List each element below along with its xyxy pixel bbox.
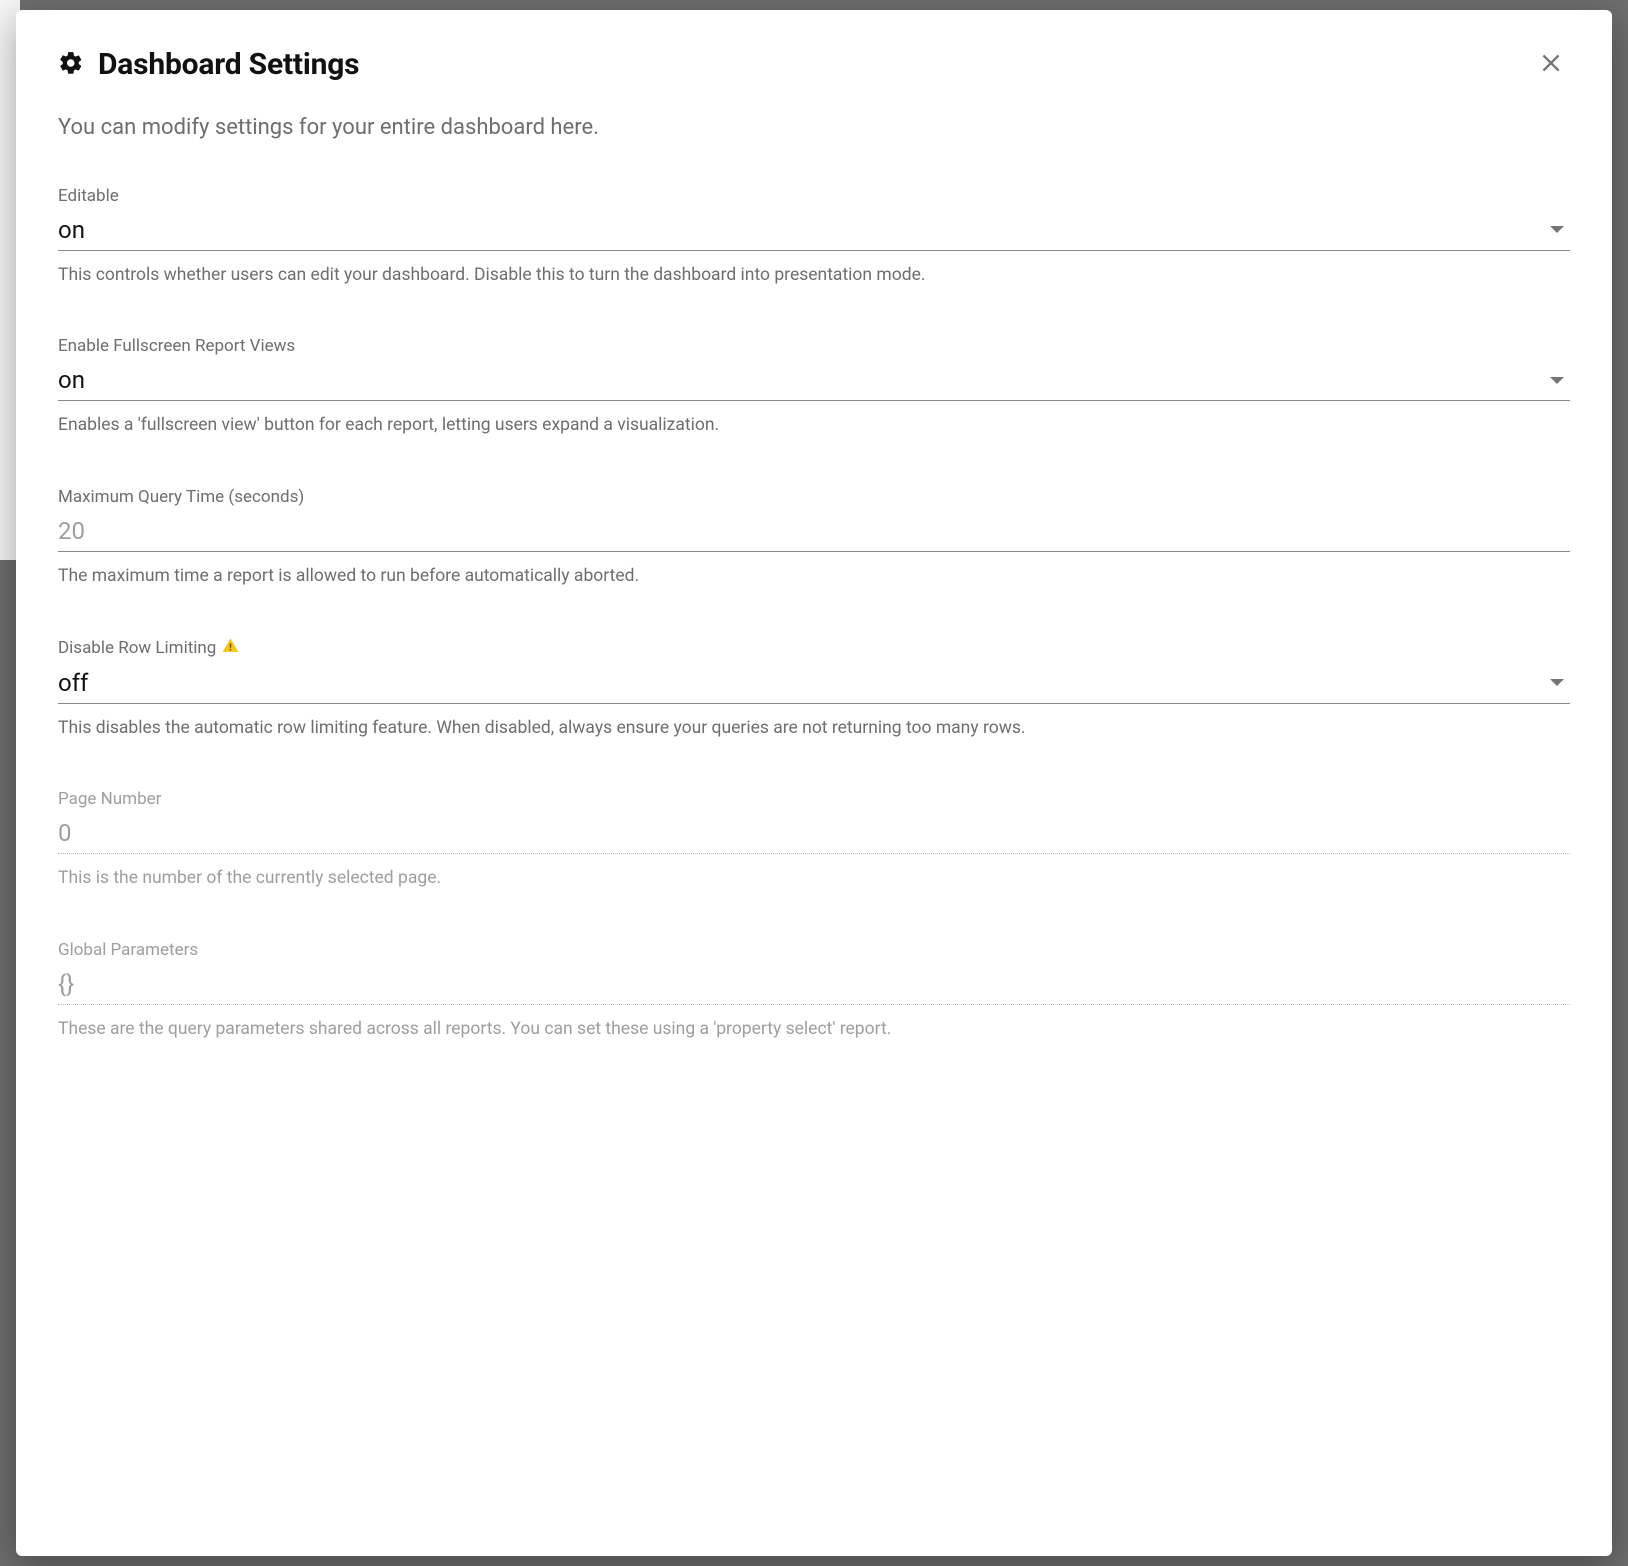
disable-row-limiting-select[interactable]: off [58,665,1570,704]
page-number-help: This is the number of the currently sele… [58,866,1570,891]
max-query-time-input[interactable] [58,517,1570,545]
chevron-down-icon [1550,226,1564,233]
field-page-number: Page Number 0 This is the number of the … [58,789,1570,891]
max-query-time-label: Maximum Query Time (seconds) [58,487,1570,507]
page-number-row: 0 [58,815,1570,854]
disable-row-limiting-label: Disable Row Limiting [58,637,1570,659]
fullscreen-value: on [58,366,85,394]
warning-icon [222,637,239,659]
page-number-label: Page Number [58,789,1570,809]
global-parameters-help: These are the query parameters shared ac… [58,1017,1570,1042]
close-icon [1538,50,1564,79]
global-parameters-value: {} [58,970,74,998]
chevron-down-icon [1550,679,1564,686]
field-global-parameters: Global Parameters {} These are the query… [58,940,1570,1042]
dialog-header: Dashboard Settings [58,44,1570,85]
dialog-title: Dashboard Settings [98,47,359,82]
disable-row-limiting-label-text: Disable Row Limiting [58,638,216,658]
field-fullscreen: Enable Fullscreen Report Views on Enable… [58,336,1570,438]
fullscreen-label: Enable Fullscreen Report Views [58,336,1570,356]
field-disable-row-limiting: Disable Row Limiting off This disables t… [58,637,1570,741]
fullscreen-select[interactable]: on [58,362,1570,401]
editable-value: on [58,216,85,244]
field-max-query-time: Maximum Query Time (seconds) The maximum… [58,487,1570,589]
dashboard-settings-dialog: Dashboard Settings You can modify settin… [16,10,1612,1556]
field-editable: Editable on This controls whether users … [58,186,1570,288]
chevron-down-icon [1550,377,1564,384]
gear-icon [58,50,84,80]
title-wrap: Dashboard Settings [58,47,359,82]
editable-help: This controls whether users can edit you… [58,263,1570,288]
global-parameters-label: Global Parameters [58,940,1570,960]
editable-select[interactable]: on [58,212,1570,251]
disable-row-limiting-value: off [58,669,88,697]
page-number-value: 0 [58,819,72,847]
dialog-subtitle: You can modify settings for your entire … [58,113,1570,144]
max-query-time-help: The maximum time a report is allowed to … [58,564,1570,589]
global-parameters-row: {} [58,966,1570,1005]
fullscreen-help: Enables a 'fullscreen view' button for e… [58,413,1570,438]
close-button[interactable] [1532,44,1570,85]
max-query-time-input-row [58,513,1570,552]
disable-row-limiting-help: This disables the automatic row limiting… [58,716,1570,741]
editable-label: Editable [58,186,1570,206]
